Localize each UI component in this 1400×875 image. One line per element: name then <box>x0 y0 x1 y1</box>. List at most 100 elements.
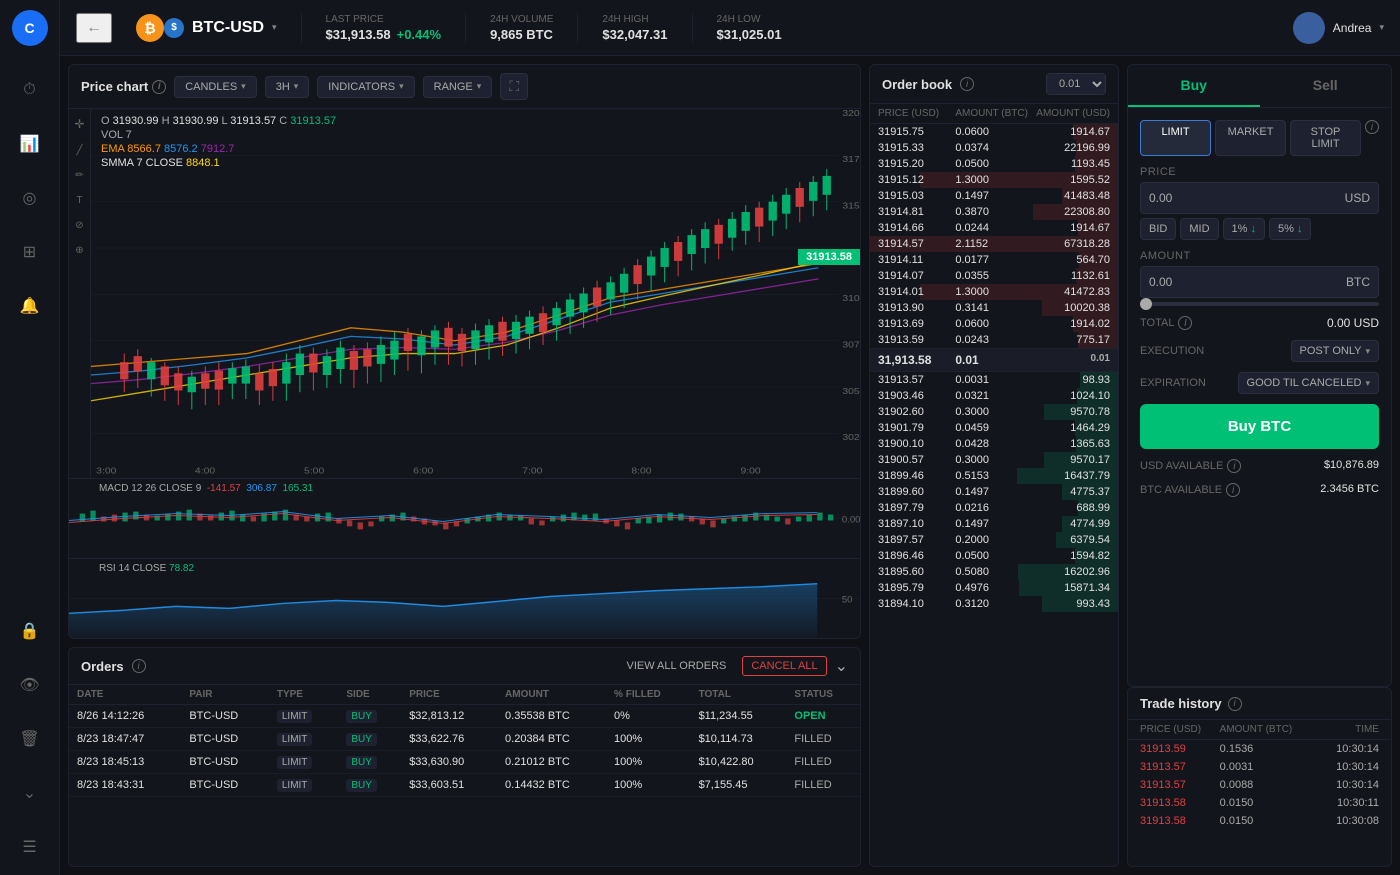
ema-line: EMA 8566.7 8576.2 7912.7 <box>101 143 336 155</box>
order-type-info[interactable]: i <box>1365 120 1379 134</box>
ob-bid-row[interactable]: 31899.46 0.5153 16437.79 <box>870 468 1118 484</box>
crosshair-icon[interactable]: ✛ <box>74 117 84 131</box>
ob-ask-row[interactable]: 31914.07 0.0355 1132.61 <box>870 268 1118 284</box>
tab-sell[interactable]: Sell <box>1260 65 1392 107</box>
ob-bid-row[interactable]: 31899.60 0.1497 4775.37 <box>870 484 1118 500</box>
sidebar-logo[interactable]: C <box>12 10 48 46</box>
svg-text:31500: 31500 <box>842 201 860 211</box>
spread-amount: 0.01 <box>955 353 1032 367</box>
ob-bid-row[interactable]: 31895.60 0.5080 16202.96 <box>870 564 1118 580</box>
tab-buy[interactable]: Buy <box>1128 65 1260 107</box>
ob-ask-row[interactable]: 31914.66 0.0244 1914.67 <box>870 220 1118 236</box>
zoom-icon[interactable]: ⊕ <box>75 245 83 256</box>
candles-button[interactable]: CANDLES ▾ <box>174 76 257 98</box>
ob-bid-row[interactable]: 31895.79 0.4976 15871.34 <box>870 580 1118 596</box>
list-item[interactable]: 31913.57 0.0031 10:30:14 <box>1128 758 1391 776</box>
pencil-icon[interactable]: ✏ <box>75 170 83 181</box>
ob-bid-row[interactable]: 31901.79 0.0459 1464.29 <box>870 420 1118 436</box>
execution-select[interactable]: POST ONLY ▾ <box>1291 340 1379 362</box>
range-button[interactable]: RANGE ▾ <box>423 76 493 98</box>
sidebar-item-clock[interactable]: ⏱ <box>12 72 48 108</box>
pair-selector[interactable]: ₿ $ BTC-USD ▾ <box>136 14 277 42</box>
usd-available-value: $10,876.89 <box>1324 459 1379 473</box>
ob-ask-row[interactable]: 31915.03 0.1497 41483.48 <box>870 188 1118 204</box>
ruler-icon[interactable]: ⊘ <box>75 220 83 231</box>
ob-bid-row[interactable]: 31913.57 0.0031 98.93 <box>870 372 1118 388</box>
ob-bid-row[interactable]: 31897.79 0.0216 688.99 <box>870 500 1118 516</box>
precision-select[interactable]: 0.01 0.1 1 <box>1046 73 1106 95</box>
pct5-btn[interactable]: 5% ↓ <box>1269 218 1311 240</box>
ob-ask-row[interactable]: 31914.11 0.0177 564.70 <box>870 252 1118 268</box>
expand-button[interactable]: ⛶ <box>500 73 528 100</box>
ob-ask-row[interactable]: 31914.01 1.3000 41472.83 <box>870 284 1118 300</box>
table-row[interactable]: 8/23 18:43:31 BTC-USD LIMIT BUY $33,603.… <box>69 774 860 797</box>
sidebar-item-bell[interactable]: 🔔 <box>12 288 48 324</box>
line-icon[interactable]: ╱ <box>76 145 82 156</box>
ob-ask-row[interactable]: 31913.59 0.0243 775.17 <box>870 332 1118 348</box>
ob-ask-row[interactable]: 31914.57 2.1152 67318.28 <box>870 236 1118 252</box>
ob-bid-row[interactable]: 31900.10 0.0428 1365.63 <box>870 436 1118 452</box>
list-item[interactable]: 31913.57 0.0088 10:30:14 <box>1128 776 1391 794</box>
usd-available-info[interactable]: i <box>1227 459 1241 473</box>
btc-available-info[interactable]: i <box>1226 483 1240 497</box>
ob-ask-row[interactable]: 31913.90 0.3141 10020.38 <box>870 300 1118 316</box>
ob-ask-row[interactable]: 31915.12 1.3000 1595.52 <box>870 172 1118 188</box>
amount-slider[interactable] <box>1140 302 1379 306</box>
pct1-btn[interactable]: 1% ↓ <box>1223 218 1265 240</box>
table-row[interactable]: 8/23 18:45:13 BTC-USD LIMIT BUY $33,630.… <box>69 751 860 774</box>
list-item[interactable]: 31913.58 0.0150 10:30:08 <box>1128 812 1391 830</box>
sidebar-item-circle[interactable]: ◎ <box>12 180 48 216</box>
ob-ask-row[interactable]: 31914.81 0.3870 22308.80 <box>870 204 1118 220</box>
limit-btn[interactable]: LIMIT <box>1140 120 1211 156</box>
chart-info-icon[interactable]: i <box>152 80 166 94</box>
market-btn[interactable]: MARKET <box>1215 120 1286 156</box>
text-icon[interactable]: T <box>76 195 82 206</box>
sidebar-item-chart[interactable]: 📊 <box>12 126 48 162</box>
rsi-label: RSI 14 CLOSE 78.82 <box>99 563 194 574</box>
interval-button[interactable]: 3H ▾ <box>265 76 310 98</box>
table-row[interactable]: 8/26 14:12:26 BTC-USD LIMIT BUY $32,813.… <box>69 705 860 728</box>
trade-history-info[interactable]: i <box>1228 697 1242 711</box>
expiration-select[interactable]: GOOD TIL CANCELED ▾ <box>1238 372 1379 394</box>
mid-btn[interactable]: MID <box>1180 218 1218 240</box>
price-input-container[interactable]: 0.00 USD <box>1140 182 1379 214</box>
ob-bid-row[interactable]: 31897.57 0.2000 6379.54 <box>870 532 1118 548</box>
ob-bid-row[interactable]: 31902.60 0.3000 9570.78 <box>870 404 1118 420</box>
sidebar-item-lock[interactable]: 🔒 <box>12 613 48 649</box>
user-name: Andrea <box>1333 21 1372 35</box>
stop-limit-btn[interactable]: STOP LIMIT <box>1290 120 1361 156</box>
ob-ask-row[interactable]: 31915.33 0.0374 22196.99 <box>870 140 1118 156</box>
orders-col-amount: AMOUNT <box>497 685 606 705</box>
ob-ask-row[interactable]: 31915.75 0.0600 1914.67 <box>870 124 1118 140</box>
ob-bid-row[interactable]: 31894.10 0.3120 993.43 <box>870 596 1118 612</box>
orderbook-info-icon[interactable]: i <box>960 77 974 91</box>
orders-expand-button[interactable]: ⌄ <box>835 656 848 676</box>
indicators-button[interactable]: INDICATORS ▾ <box>317 76 414 98</box>
order-date: 8/23 18:43:31 <box>69 774 181 797</box>
sidebar-item-menu[interactable]: ☰ <box>12 829 48 865</box>
list-item[interactable]: 31913.59 0.1536 10:30:14 <box>1128 740 1391 758</box>
back-button[interactable]: ← <box>76 13 112 43</box>
order-amount: 0.21012 BTC <box>497 751 606 774</box>
ob-ask-row[interactable]: 31913.69 0.0600 1914.02 <box>870 316 1118 332</box>
list-item[interactable]: 31913.58 0.0150 10:30:11 <box>1128 794 1391 812</box>
buy-button[interactable]: Buy BTC <box>1140 404 1379 449</box>
order-side: BUY <box>338 774 401 797</box>
sidebar-item-trash[interactable]: 🗑 <box>12 721 48 757</box>
cancel-all-button[interactable]: CANCEL ALL <box>742 656 826 676</box>
ob-bid-row[interactable]: 31896.46 0.0500 1594.82 <box>870 548 1118 564</box>
amount-input-container[interactable]: 0.00 BTC <box>1140 266 1379 298</box>
ob-bid-row[interactable]: 31900.57 0.3000 9570.17 <box>870 452 1118 468</box>
orders-info-icon[interactable]: i <box>132 659 146 673</box>
sidebar-item-dashboard[interactable]: ⊞ <box>12 234 48 270</box>
view-all-orders-button[interactable]: VIEW ALL ORDERS <box>619 657 735 675</box>
sidebar-item-chevron[interactable]: ⌄ <box>12 775 48 811</box>
total-info[interactable]: i <box>1178 316 1192 330</box>
table-row[interactable]: 8/23 18:47:47 BTC-USD LIMIT BUY $33,622.… <box>69 728 860 751</box>
sidebar-item-eye[interactable]: 👁 <box>12 667 48 703</box>
ob-bid-row[interactable]: 31903.46 0.0321 1024.10 <box>870 388 1118 404</box>
user-menu[interactable]: Andrea ▾ <box>1293 12 1384 44</box>
bid-btn[interactable]: BID <box>1140 218 1176 240</box>
ob-ask-row[interactable]: 31915.20 0.0500 1193.45 <box>870 156 1118 172</box>
ob-bid-row[interactable]: 31897.10 0.1497 4774.99 <box>870 516 1118 532</box>
